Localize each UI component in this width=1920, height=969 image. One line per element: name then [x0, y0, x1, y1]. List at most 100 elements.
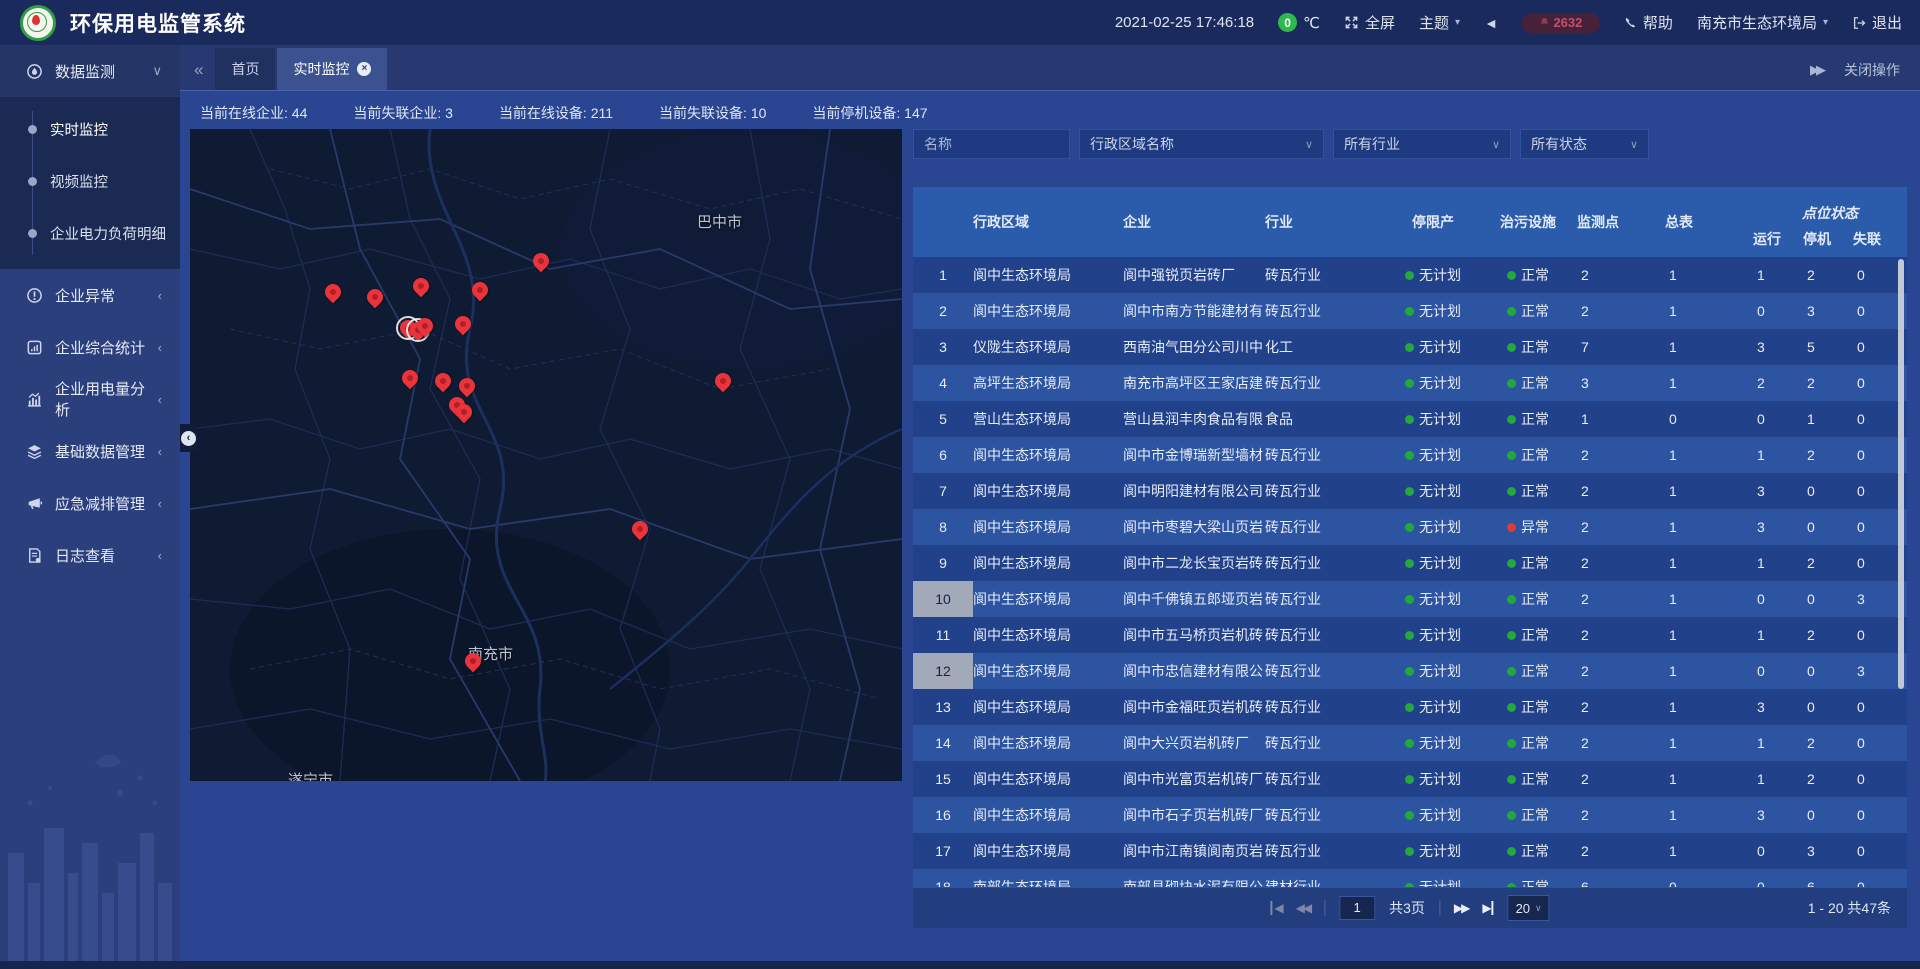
tab-实时监控[interactable]: 实时监控	[277, 48, 387, 90]
sidebar-group-4: 企业用电量分析‹	[0, 373, 180, 425]
cell-region: 阆中生态环境局	[973, 481, 1123, 501]
fullscreen-button[interactable]: 全屏	[1344, 12, 1395, 33]
mute-speaker-icon[interactable]: ◄	[1484, 15, 1498, 31]
col-monitor-header: 监测点	[1577, 187, 1665, 257]
sidebar-subitem[interactable]: 企业电力负荷明细	[0, 207, 180, 259]
table-row[interactable]: 5营山生态环境局营山县润丰肉食品有限食品无计划正常10010	[913, 401, 1907, 437]
map-panel[interactable]: 巴中市南充市遂宁市	[190, 129, 902, 781]
footer-strip	[0, 961, 1920, 969]
sidebar-item[interactable]: 数据监测∨	[0, 45, 180, 97]
help-button[interactable]: 帮助	[1624, 12, 1673, 33]
last-page-button[interactable]: ▶	[1482, 901, 1493, 915]
table-row[interactable]: 1阆中生态环境局阆中强锐页岩砖厂砖瓦行业无计划正常21120	[913, 257, 1907, 293]
cell-halt-count: 2	[1803, 771, 1853, 787]
cell-company: 西南油气田分公司川中	[1123, 337, 1265, 357]
tab-首页[interactable]: 首页	[215, 48, 275, 90]
cell-halt-count: 2	[1803, 555, 1853, 571]
cell-run-count: 1	[1753, 627, 1803, 643]
row-index: 13	[913, 689, 973, 725]
sidebar-item[interactable]: 企业异常‹	[0, 269, 180, 321]
status-select[interactable]: 所有状态 ∨	[1520, 129, 1649, 159]
tab-close-icon[interactable]	[357, 62, 371, 76]
cell-region: 阆中生态环境局	[973, 769, 1123, 789]
map-city-label: 巴中市	[697, 211, 742, 232]
table-row[interactable]: 8阆中生态环境局阆中市枣碧大梁山页岩砖瓦行业无计划异常21300	[913, 509, 1907, 545]
next-page-button[interactable]: ▶▶	[1454, 901, 1468, 915]
table-row[interactable]: 3仪陇生态环境局西南油气田分公司川中化工无计划正常71350	[913, 329, 1907, 365]
cell-facility-status: 正常	[1479, 445, 1577, 465]
table-row[interactable]: 6阆中生态环境局阆中市金博瑞新型墙材砖瓦行业无计划正常21120	[913, 437, 1907, 473]
table-row[interactable]: 7阆中生态环境局阆中明阳建材有限公司砖瓦行业无计划正常21300	[913, 473, 1907, 509]
table-row[interactable]: 2阆中生态环境局阆中市南方节能建材有砖瓦行业无计划正常21030	[913, 293, 1907, 329]
cell-run-count: 1	[1753, 771, 1803, 787]
table-row[interactable]: 10阆中生态环境局阆中千佛镇五郎垭页岩砖瓦行业无计划正常21003	[913, 581, 1907, 617]
cell-facility-status: 正常	[1479, 373, 1577, 393]
fullscreen-icon	[1344, 15, 1359, 30]
table-row[interactable]: 17阆中生态环境局阆中市江南镇阆南页岩砖瓦行业无计划正常21030	[913, 833, 1907, 869]
page-number-input[interactable]: 1	[1339, 896, 1375, 920]
table-row[interactable]: 15阆中生态环境局阆中市光富页岩机砖厂砖瓦行业无计划正常21120	[913, 761, 1907, 797]
stat-item: 当前失联企业: 3	[353, 103, 453, 123]
sidebar-collapse-handle[interactable]: ‹	[180, 424, 197, 452]
cell-halt-count: 0	[1803, 663, 1853, 679]
table-scrollbar[interactable]	[1898, 259, 1904, 689]
sidebar-item[interactable]: 企业用电量分析‹	[0, 373, 180, 425]
sidebar-item[interactable]: 日志查看‹	[0, 529, 180, 581]
tabs-scroll-left-icon[interactable]: «	[194, 60, 203, 80]
app-window: 环保用电监管系统 2021-02-25 17:46:18 0 ℃ 全屏 主题 ▾…	[0, 0, 1920, 969]
green-dot-icon	[1405, 559, 1414, 568]
cell-stop-status: 无计划	[1387, 409, 1479, 429]
cell-company: 阆中市忠信建材有限公	[1123, 661, 1265, 681]
cell-run-count: 1	[1753, 447, 1803, 463]
table-row[interactable]: 13阆中生态环境局阆中市金福旺页岩机砖砖瓦行业无计划正常21300	[913, 689, 1907, 725]
bell-icon	[1539, 17, 1550, 28]
cell-facility-status: 正常	[1479, 841, 1577, 861]
green-dot-icon	[1405, 307, 1414, 316]
cell-company: 阆中市光富页岩机砖厂	[1123, 769, 1265, 789]
org-dropdown[interactable]: 南充市生态环境局 ▾	[1697, 12, 1828, 33]
logout-button[interactable]: 退出	[1852, 12, 1902, 33]
map-roads	[190, 129, 902, 781]
region-select[interactable]: 行政区域名称 ∨	[1079, 129, 1324, 159]
cell-industry: 砖瓦行业	[1265, 769, 1387, 789]
main-content: 当前在线企业: 44当前失联企业: 3当前在线设备: 211当前失联设备: 10…	[180, 90, 1920, 969]
table-row[interactable]: 14阆中生态环境局阆中大兴页岩机砖厂砖瓦行业无计划正常21120	[913, 725, 1907, 761]
cell-region: 阆中生态环境局	[973, 697, 1123, 717]
sidebar-subitem[interactable]: 实时监控	[0, 103, 180, 155]
cell-stop-status: 无计划	[1387, 733, 1479, 753]
close-operations-button[interactable]: 关闭操作	[1844, 60, 1900, 80]
table-row[interactable]: 18南部生态环境局南部县砌块水泥有限公建材行业无计划正常60060	[913, 869, 1907, 887]
theme-dropdown[interactable]: 主题 ▾	[1419, 12, 1460, 33]
sidebar-group-6: 应急减排管理‹	[0, 477, 180, 529]
power-analysis-icon	[26, 391, 43, 408]
cell-total-meter: 1	[1665, 807, 1753, 823]
cell-industry: 砖瓦行业	[1265, 301, 1387, 321]
cell-lost-count: 0	[1853, 843, 1907, 859]
alarm-count-badge[interactable]: 2632	[1522, 13, 1600, 33]
green-dot-icon	[1405, 415, 1414, 424]
cell-company: 阆中市金博瑞新型墙材	[1123, 445, 1265, 465]
green-dot-icon	[1507, 451, 1516, 460]
cell-run-count: 2	[1753, 375, 1803, 391]
cell-region: 阆中生态环境局	[973, 517, 1123, 537]
sidebar-subitem[interactable]: 视频监控	[0, 155, 180, 207]
col-facility-header: 治污设施	[1479, 187, 1577, 257]
sidebar-item[interactable]: 应急减排管理‹	[0, 477, 180, 529]
sidebar: 数据监测∨ 实时监控视频监控企业电力负荷明细企业异常‹企业综合统计‹企业用电量分析…	[0, 45, 180, 969]
cell-industry: 砖瓦行业	[1265, 589, 1387, 609]
tabs-scroll-right-icon[interactable]: ▶▶	[1810, 62, 1822, 78]
table-row[interactable]: 4高坪生态环境局南充市高坪区王家店建砖瓦行业无计划正常31220	[913, 365, 1907, 401]
name-search-input[interactable]	[913, 129, 1070, 159]
prev-page-button[interactable]: ◀◀	[1296, 901, 1310, 915]
cell-halt-count: 0	[1803, 591, 1853, 607]
table-row[interactable]: 11阆中生态环境局阆中市五马桥页岩机砖砖瓦行业无计划正常21120	[913, 617, 1907, 653]
table-row[interactable]: 12阆中生态环境局阆中市忠信建材有限公砖瓦行业无计划正常21003	[913, 653, 1907, 689]
table-row[interactable]: 9阆中生态环境局阆中市二龙长宝页岩砖砖瓦行业无计划正常21120	[913, 545, 1907, 581]
page-size-select[interactable]: 20 ∨	[1508, 895, 1550, 921]
industry-select[interactable]: 所有行业 ∨	[1333, 129, 1511, 159]
sidebar-item[interactable]: 基础数据管理‹	[0, 425, 180, 477]
table-row[interactable]: 16阆中生态环境局阆中市石子页岩机砖厂砖瓦行业无计划正常21300	[913, 797, 1907, 833]
stat-item: 当前失联设备: 10	[659, 103, 766, 123]
sidebar-item[interactable]: 企业综合统计‹	[0, 321, 180, 373]
first-page-button[interactable]: ◀	[1270, 901, 1281, 915]
